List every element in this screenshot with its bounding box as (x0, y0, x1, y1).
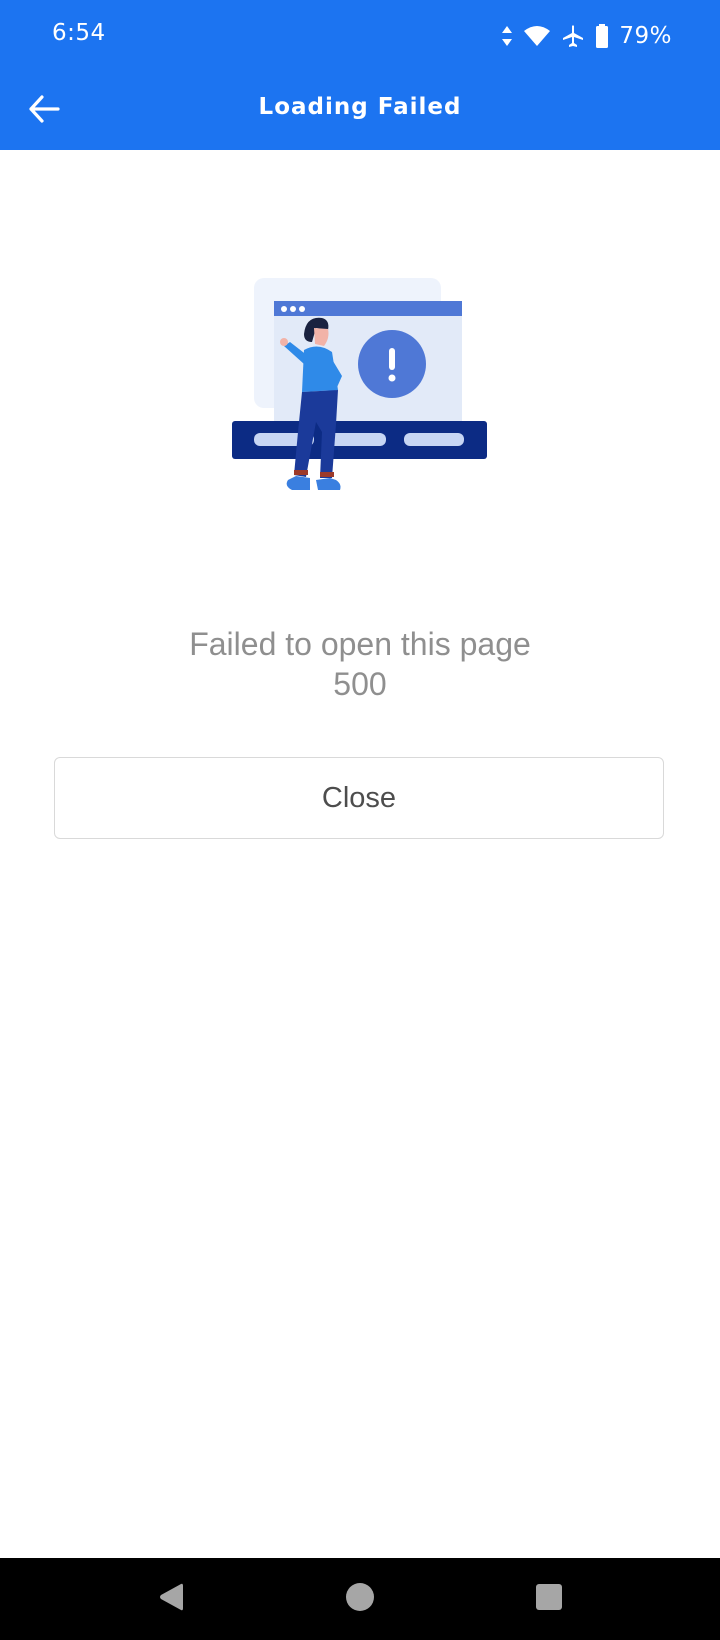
wifi-icon (523, 25, 551, 47)
nav-home-button[interactable] (339, 1578, 381, 1620)
close-button[interactable]: Close (54, 757, 664, 839)
nav-home-icon (345, 1582, 375, 1617)
nav-recents-icon (535, 1583, 563, 1616)
status-time: 6:54 (52, 20, 106, 46)
nav-back-button[interactable] (150, 1578, 192, 1620)
app-bar: Loading Failed (0, 72, 720, 150)
status-icons: 79% (501, 18, 672, 54)
error-code: 500 (333, 666, 387, 702)
system-nav-bar (0, 1558, 720, 1640)
error-message: Failed to open this page 500 (0, 624, 720, 704)
battery-percent: 79% (619, 23, 672, 49)
page-title: Loading Failed (258, 94, 462, 120)
nav-recents-button[interactable] (528, 1578, 570, 1620)
status-bar: 6:54 79% (0, 0, 720, 72)
error-illustration (224, 272, 494, 502)
battery-icon (595, 24, 609, 48)
data-arrows-icon (501, 25, 513, 47)
error-message-text: Failed to open this page (189, 626, 531, 662)
nav-back-icon (156, 1581, 186, 1618)
airplane-mode-icon (561, 24, 585, 48)
